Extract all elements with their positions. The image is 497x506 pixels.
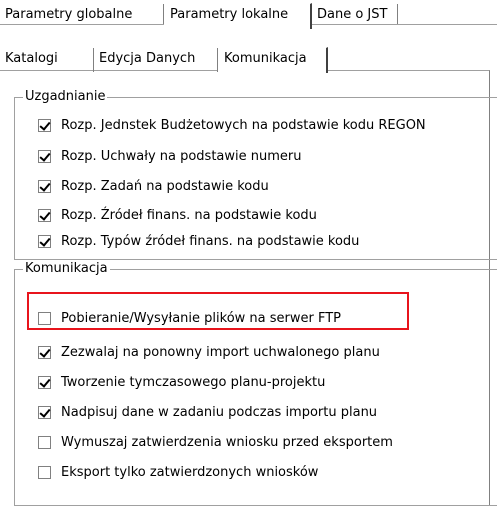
checkbox-icon[interactable]	[38, 149, 51, 163]
checkbox-rozp-jednostek[interactable]: Rozp. Jednstek Budżetowych na podstawie …	[38, 115, 426, 135]
checkbox-icon[interactable]	[38, 311, 51, 325]
checkbox-label: Pobieranie/Wysyłanie plików na serwer FT…	[61, 310, 342, 326]
checkbox-ftp[interactable]: Pobieranie/Wysyłanie plików na serwer FT…	[38, 308, 341, 328]
checkbox-label: Zezwalaj na ponowny import uchwalonego p…	[61, 344, 380, 360]
checkbox-icon[interactable]	[38, 405, 51, 419]
tab-komunikacja[interactable]: Komunikacja	[218, 47, 328, 73]
komunikacja-legend: Komunikacja	[25, 261, 108, 276]
checkbox-label: Rozp. Typów źródeł finans. na podstawie …	[61, 233, 360, 249]
checkbox-icon[interactable]	[38, 435, 51, 449]
checkbox-eksport-zatwierdzonych[interactable]: Eksport tylko zatwierdzonych wniosków	[38, 462, 318, 482]
checkbox-rozp-typow-zrodel[interactable]: Rozp. Typów źródeł finans. na podstawie …	[38, 231, 359, 251]
checkbox-wymuszaj-zatwierdzenia[interactable]: Wymuszaj zatwierdzenia wniosku przed eks…	[38, 432, 393, 452]
checkbox-icon[interactable]	[38, 208, 51, 222]
checkbox-icon[interactable]	[38, 179, 51, 193]
uzgadnianie-legend: Uzgadnianie	[25, 89, 106, 104]
checkbox-label: Tworzenie tymczasowego planu-projektu	[61, 374, 326, 390]
checkbox-tymczasowy-plan[interactable]: Tworzenie tymczasowego planu-projektu	[38, 372, 325, 392]
checkbox-icon[interactable]	[38, 375, 51, 389]
checkbox-label: Rozp. Zadań na podstawie kodu	[61, 178, 269, 194]
tab-katalogi[interactable]: Katalogi	[0, 48, 94, 72]
checkbox-rozp-zrodel[interactable]: Rozp. Źródeł finans. na podstawie kodu	[38, 205, 317, 225]
checkbox-icon[interactable]	[38, 345, 51, 359]
tab-parametry-lokalne[interactable]: Parametry lokalne	[164, 3, 312, 29]
checkbox-label: Wymuszaj zatwierdzenia wniosku przed eks…	[61, 434, 393, 450]
checkbox-label: Eksport tylko zatwierdzonych wniosków	[61, 464, 319, 480]
tab-edycja-danych[interactable]: Edycja Danych	[94, 48, 218, 72]
checkbox-icon[interactable]	[38, 465, 51, 479]
checkbox-label: Rozp. Źródeł finans. na podstawie kodu	[61, 207, 317, 223]
checkbox-rozp-zadan[interactable]: Rozp. Zadań na podstawie kodu	[38, 176, 269, 196]
sub-tab-bar: Katalogi Edycja Danych Komunikacja	[0, 47, 497, 73]
checkbox-label: Nadpisuj dane w zadaniu podczas importu …	[61, 404, 378, 420]
checkbox-rozp-uchwaly[interactable]: Rozp. Uchwały na podstawie numeru	[38, 146, 302, 166]
checkbox-ponowny-import[interactable]: Zezwalaj na ponowny import uchwalonego p…	[38, 342, 380, 362]
checkbox-nadpisuj-dane[interactable]: Nadpisuj dane w zadaniu podczas importu …	[38, 402, 377, 422]
checkbox-icon[interactable]	[38, 118, 51, 132]
checkbox-icon[interactable]	[38, 234, 51, 248]
checkbox-label: Rozp. Jednstek Budżetowych na podstawie …	[61, 117, 426, 133]
checkbox-label: Rozp. Uchwały na podstawie numeru	[61, 148, 302, 164]
